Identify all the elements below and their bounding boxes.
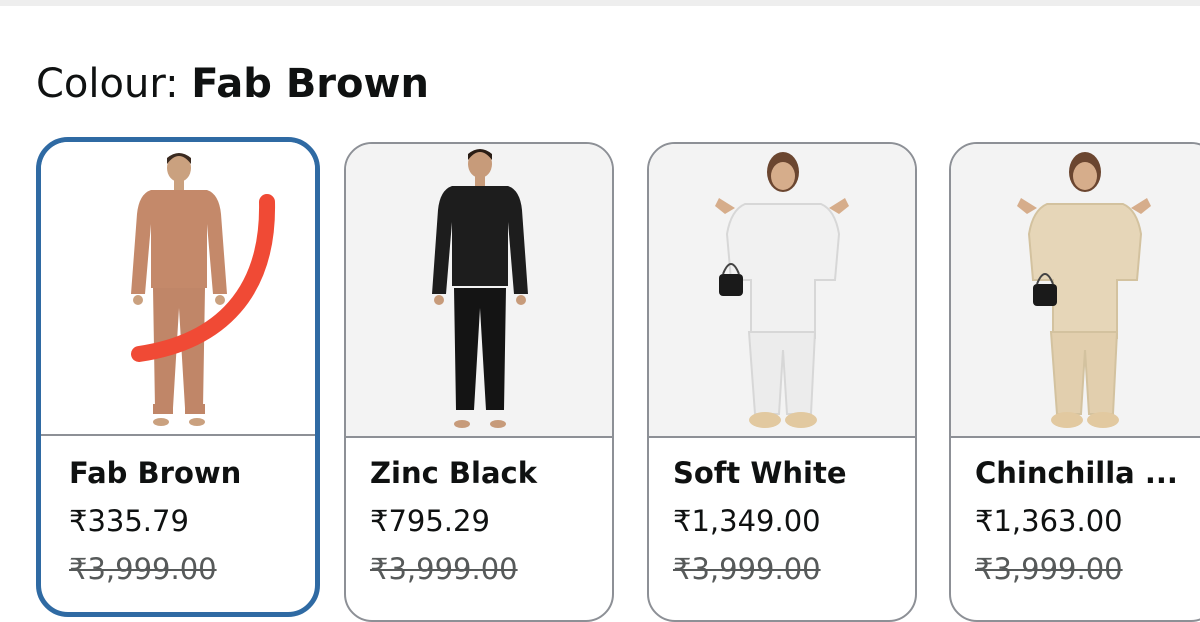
swatch-soft-white[interactable]: Soft White ₹1,349.00 ₹3,999.00 xyxy=(647,142,917,622)
swatch-chinchilla[interactable]: Chinchilla ... ₹1,363.00 ₹3,999.00 xyxy=(949,142,1200,622)
swatch-zinc-black[interactable]: Zinc Black ₹795.29 ₹3,999.00 xyxy=(344,142,614,622)
swatch-mrp: ₹3,999.00 xyxy=(673,552,821,586)
product-image xyxy=(649,144,915,438)
swatch-mrp: ₹3,999.00 xyxy=(370,552,518,586)
product-image xyxy=(346,144,612,438)
swatch-price: ₹335.79 xyxy=(69,504,189,538)
swatch-fab-brown[interactable]: Fab Brown ₹335.79 ₹3,999.00 xyxy=(36,137,320,617)
product-photo-chinchilla xyxy=(1017,152,1151,428)
swatch-price: ₹1,349.00 xyxy=(673,504,821,538)
product-image xyxy=(951,144,1200,438)
product-photo-fab-brown xyxy=(131,153,276,426)
swatch-mrp: ₹3,999.00 xyxy=(975,552,1123,586)
swatch-name: Fab Brown xyxy=(69,456,242,490)
swatch-name: Zinc Black xyxy=(370,456,537,490)
selected-colour-value: Fab Brown xyxy=(191,61,429,107)
swatch-price: ₹1,363.00 xyxy=(975,504,1123,538)
swatch-price: ₹795.29 xyxy=(370,504,490,538)
swatch-mrp: ₹3,999.00 xyxy=(69,552,217,586)
colour-label: Colour: xyxy=(36,61,179,107)
swatch-name: Chinchilla ... xyxy=(975,456,1178,490)
top-strip xyxy=(0,0,1200,6)
product-photo-soft-white xyxy=(715,152,849,428)
swatch-name: Soft White xyxy=(673,456,847,490)
product-image xyxy=(41,142,315,436)
product-photo-zinc-black xyxy=(432,149,528,428)
colour-heading: Colour: Fab Brown xyxy=(36,58,429,110)
